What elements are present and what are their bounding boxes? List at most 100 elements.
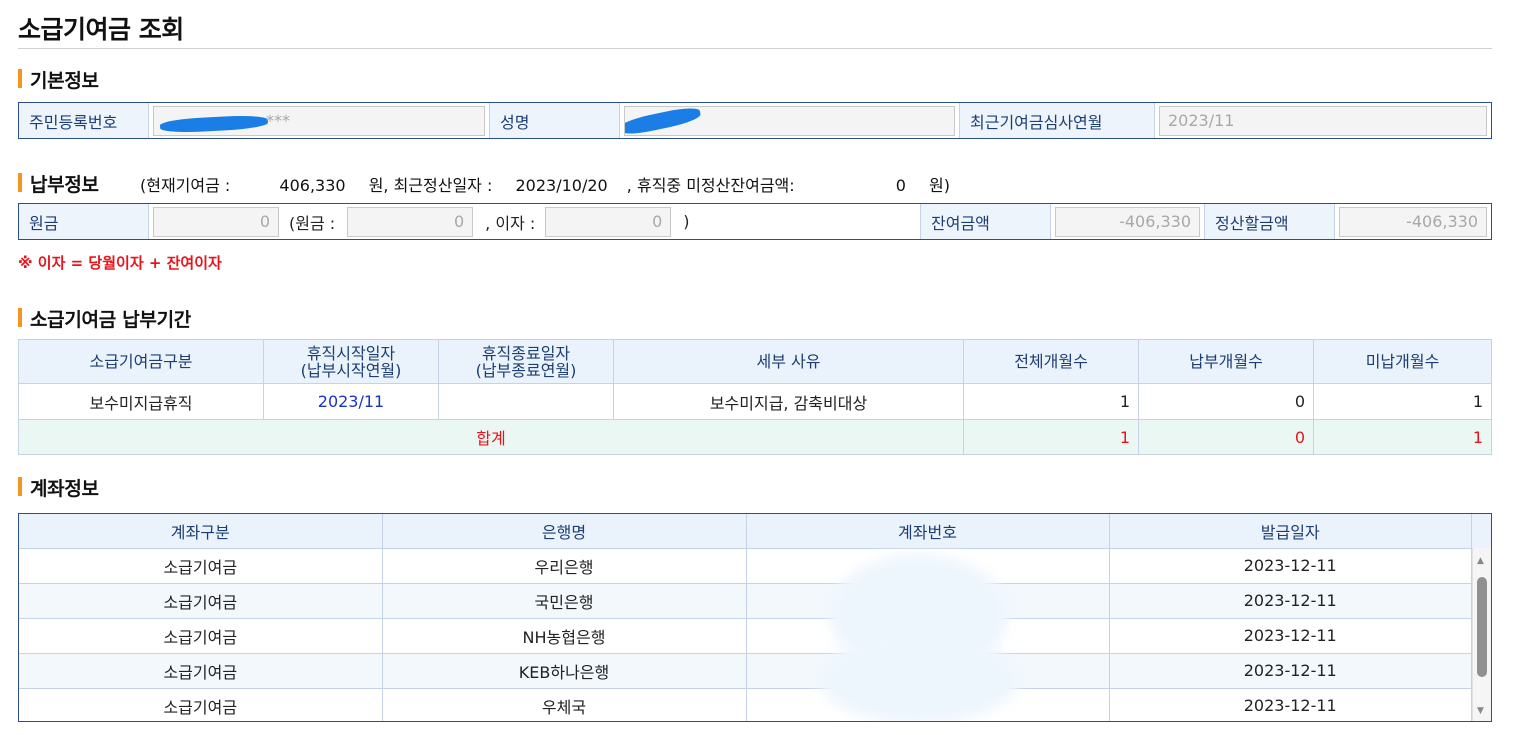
interest-field[interactable]: 0 [545,206,672,237]
principal-inner-field[interactable]: 0 [347,206,474,237]
row-type: 보수미지급휴직 [18,383,264,420]
settle-date: 2023/10/20 [515,176,608,195]
leave-label: , 휴직중 미정산잔여금액: [626,176,795,195]
interest-value: 0 [652,212,663,231]
summary-won1: 원, 최근정산일자 : [368,176,493,195]
scroll-down-icon[interactable]: ▼ [1477,706,1484,716]
review-month-cell: 2023/11 [1155,103,1491,138]
leave-amount: 0 [895,176,906,195]
table-row[interactable]: 소급기여금 국민은행 2023-12-11 [19,583,1472,619]
bank-name: NH농협은행 [382,618,747,654]
col-unpaid-months: 미납개월수 [1313,339,1492,384]
bank-name: 우리은행 [382,548,747,584]
issue-date: 2023-12-11 [1109,688,1472,721]
period-title: 소급기여금 납부기간 [18,305,191,332]
sum-row: 합계 1 0 1 [18,419,1492,455]
balance-label: 잔여금액 [921,204,1051,239]
balance-field[interactable]: -406,330 [1055,206,1200,237]
summary-open: (현재기여금 : [140,176,231,195]
issue-date: 2023-12-11 [1109,618,1472,654]
issue-date: 2023-12-11 [1109,583,1472,619]
account-title: 계좌정보 [18,474,99,501]
page-title: 소급기여금 조회 [18,15,184,44]
balance-cell: -406,330 [1051,204,1205,239]
settle-amount-field[interactable]: -406,330 [1339,206,1487,237]
row-reason: 보수미지급, 감축비대상 [613,383,964,420]
principal-breakdown: (원금 : 0 , 이자 : 0 ) [283,204,921,239]
bank-name: 우체국 [382,688,747,721]
rrn-cell: *** [149,103,490,138]
balance-value: -406,330 [1119,212,1191,231]
basic-info-row: 주민등록번호 *** 성명 최근기여금심사연월 2023/11 [18,102,1492,139]
account-table: 계좌구분 은행명 계좌번호 발급일자 소급기여금 우리은행 2023-12-11… [19,514,1472,721]
interest-label: , 이자 : [485,213,536,233]
principal-field[interactable]: 0 [153,206,279,237]
review-month-field[interactable]: 2023/11 [1159,105,1487,136]
account-type: 소급기여금 [19,583,383,619]
name-cell [620,103,960,138]
settle-amount-label: 정산할금액 [1205,204,1335,239]
row-end [438,383,614,420]
row-unpaid: 1 [1313,383,1492,420]
name-redaction [625,106,702,135]
review-month-label: 최근기여금심사연월 [960,103,1155,138]
sum-unpaid: 1 [1313,419,1492,455]
principal-label: 원금 [19,204,149,239]
col-issue-date: 발급일자 [1109,514,1472,549]
summary-won2: 원) [929,176,950,195]
settle-amount-value: -406,330 [1406,212,1478,231]
basic-info-title: 기본정보 [18,66,99,93]
account-table-wrap: 계좌구분 은행명 계좌번호 발급일자 소급기여금 우리은행 2023-12-11… [18,513,1492,722]
table-row[interactable]: 소급기여금 우체국 2023-12-11 [19,688,1472,721]
table-row[interactable]: 소급기여금 우리은행 2023-12-11 [19,548,1472,584]
bank-name: 국민은행 [382,583,747,619]
account-type: 소급기여금 [19,548,383,584]
scroll-thumb[interactable] [1477,577,1487,677]
payment-info-title: 납부정보 [18,170,99,197]
account-type: 소급기여금 [19,688,383,721]
scrollbar-header [1472,514,1491,548]
table-row[interactable]: 보수미지급휴직 2023/11 보수미지급, 감축비대상 1 0 1 [18,383,1492,420]
rrn-redaction [159,113,269,134]
rrn-label: 주민등록번호 [19,103,149,138]
review-month-value: 2023/11 [1168,111,1235,130]
name-field[interactable] [624,105,955,136]
account-number-redaction [819,634,1019,721]
paren-open: (원금 : [289,213,336,233]
name-label: 성명 [490,103,620,138]
issue-date: 2023-12-11 [1109,548,1472,584]
sum-total: 1 [963,419,1139,455]
col-start: 휴직시작일자 (납부시작연월) [263,339,439,384]
account-type: 소급기여금 [19,618,383,654]
sum-paid: 0 [1138,419,1314,455]
principal-inner-value: 0 [453,212,465,231]
col-reason: 세부 사유 [613,339,964,384]
col-end: 휴직종료일자 (납부종료연월) [438,339,614,384]
interest-note: ※ 이자 = 당월이자 + 잔여이자 [18,254,222,272]
table-row[interactable]: 소급기여금 KEB하나은행 2023-12-11 [19,653,1472,689]
title-divider [18,48,1492,49]
rrn-suffix: *** [266,110,290,130]
current-amount: 406,330 [279,176,346,195]
issue-date: 2023-12-11 [1109,653,1472,689]
row-total: 1 [963,383,1139,420]
col-total-months: 전체개월수 [963,339,1139,384]
sum-label: 합계 [18,419,964,455]
scroll-up-icon[interactable]: ▲ [1477,556,1484,566]
bank-name: KEB하나은행 [382,653,747,689]
vertical-scrollbar[interactable]: ▲ ▼ [1472,548,1491,721]
principal-value: 0 [259,212,270,231]
settle-amount-cell: -406,330 [1335,204,1491,239]
col-type: 소급기여금구분 [18,339,264,384]
account-type: 소급기여금 [19,653,383,689]
col-account-number: 계좌번호 [746,514,1110,549]
paren-close: ) [683,212,690,231]
rrn-field[interactable]: *** [153,105,485,136]
row-start: 2023/11 [263,383,439,420]
payment-summary: (현재기여금 : 406,330 원, 최근정산일자 : 2023/10/20 … [140,172,950,196]
col-account-type: 계좌구분 [19,514,383,549]
col-paid-months: 납부개월수 [1138,339,1314,384]
table-row[interactable]: 소급기여금 NH농협은행 2023-12-11 [19,618,1472,654]
principal-cell: 0 [149,204,283,239]
payment-info-row: 원금 0 (원금 : 0 , 이자 : 0 ) 잔여금액 -406,330 정산… [18,203,1492,240]
